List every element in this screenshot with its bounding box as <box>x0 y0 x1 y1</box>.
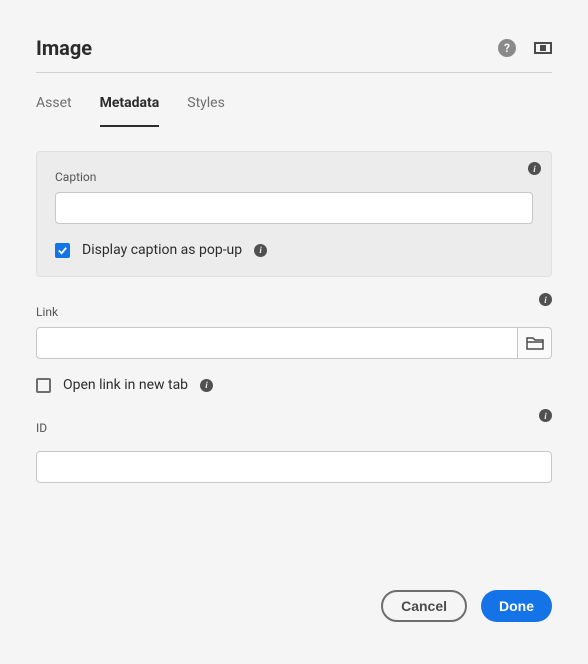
id-input[interactable] <box>36 451 552 483</box>
caption-label: Caption <box>55 170 533 184</box>
link-input[interactable] <box>36 327 518 359</box>
tab-list: Asset Metadata Styles <box>36 73 552 127</box>
link-newtab-checkbox[interactable] <box>36 378 51 393</box>
caption-popup-row: Display caption as pop-up i <box>55 242 533 258</box>
info-icon[interactable]: i <box>528 162 541 175</box>
info-icon[interactable]: i <box>539 293 552 306</box>
tab-content: i Caption Display caption as pop-up i i … <box>36 127 552 483</box>
tab-styles[interactable]: Styles <box>187 95 225 127</box>
help-icon[interactable]: ? <box>498 39 516 57</box>
info-icon[interactable]: i <box>539 409 552 422</box>
caption-popup-label: Display caption as pop-up <box>82 242 242 258</box>
tab-asset[interactable]: Asset <box>36 95 72 127</box>
dialog-title: Image <box>36 36 92 60</box>
id-label: ID <box>36 421 552 435</box>
link-label: Link <box>36 305 552 319</box>
link-field: i Link Open link in new tab i <box>36 305 552 393</box>
dialog-header: Image ? <box>36 0 552 73</box>
dialog-footer: Cancel Done <box>381 590 552 622</box>
info-icon[interactable]: i <box>254 244 267 257</box>
caption-popup-checkbox[interactable] <box>55 243 70 258</box>
caption-panel: i Caption Display caption as pop-up i <box>36 151 552 277</box>
header-actions: ? <box>498 39 552 57</box>
link-newtab-label: Open link in new tab <box>63 377 188 393</box>
link-newtab-row: Open link in new tab i <box>36 377 552 393</box>
tab-metadata[interactable]: Metadata <box>100 95 160 127</box>
id-field: i ID <box>36 421 552 483</box>
done-button[interactable]: Done <box>481 590 552 622</box>
caption-input[interactable] <box>55 192 533 224</box>
browse-button[interactable] <box>518 327 552 359</box>
cancel-button[interactable]: Cancel <box>381 590 467 622</box>
image-dialog: Image ? Asset Metadata Styles i Caption … <box>0 0 588 483</box>
fullscreen-icon[interactable] <box>534 39 552 57</box>
info-icon[interactable]: i <box>200 379 213 392</box>
link-input-row <box>36 327 552 359</box>
